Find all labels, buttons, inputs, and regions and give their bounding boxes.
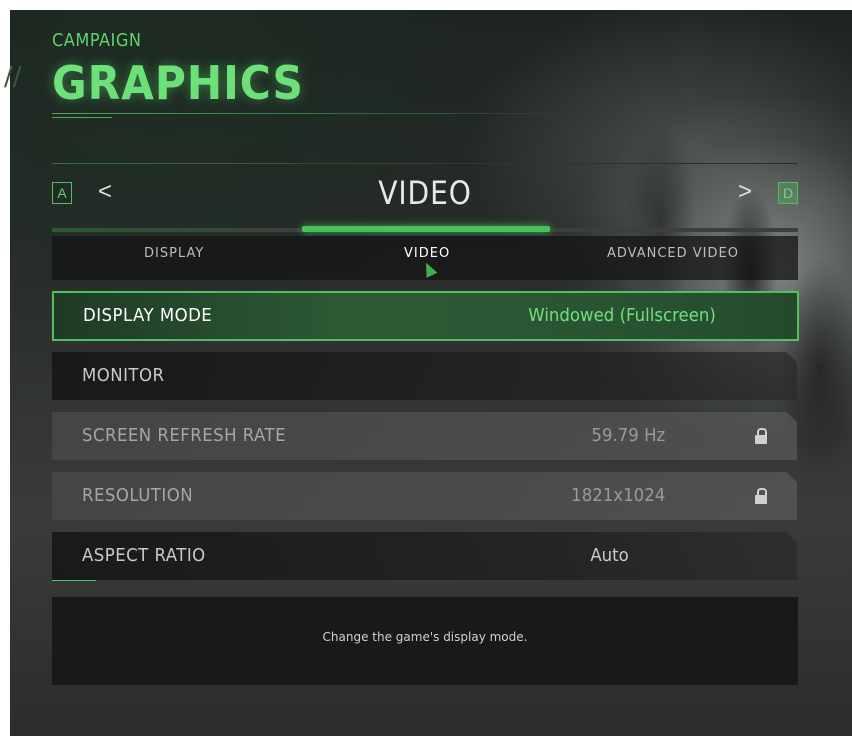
setting-value: Windowed (Fullscreen) [528, 305, 716, 326]
section-title: VIDEO [378, 174, 472, 212]
tab-indicator-active [302, 226, 550, 232]
tab-indicator-fade [52, 228, 302, 232]
setting-row-aspect-ratio[interactable]: ASPECT RATIO Auto [52, 532, 797, 580]
setting-label: RESOLUTION [82, 485, 194, 506]
setting-value: 59.79 Hz [591, 425, 665, 446]
setting-label: ASPECT RATIO [82, 545, 206, 566]
next-section-key[interactable]: D [778, 182, 798, 204]
description-panel: Change the game's display mode. [52, 597, 798, 685]
menu-context-label: CAMPAIGN [52, 30, 142, 51]
next-section-arrow[interactable]: > [738, 178, 752, 206]
list-end-accent [52, 580, 96, 581]
setting-row-monitor[interactable]: MONITOR [52, 352, 797, 400]
tab-advanced-video[interactable]: ADVANCED VIDEO [607, 246, 739, 261]
setting-label: MONITOR [82, 365, 165, 386]
setting-row-resolution[interactable]: RESOLUTION 1821x1024 [52, 472, 797, 520]
setting-label: SCREEN REFRESH RATE [82, 425, 287, 446]
tab-display[interactable]: DISPLAY [144, 246, 204, 261]
setting-row-screen-refresh-rate[interactable]: SCREEN REFRESH RATE 59.79 Hz [52, 412, 797, 460]
lock-icon [755, 428, 767, 444]
title-accent [52, 117, 112, 118]
setting-description: Change the game's display mode. [322, 630, 528, 644]
prev-section-key[interactable]: A [52, 182, 72, 204]
setting-value: Auto [590, 545, 629, 566]
tab-video[interactable]: VIDEO [404, 246, 450, 261]
lock-icon [755, 488, 767, 504]
title-divider [52, 113, 592, 114]
decorative-slash: // [4, 62, 22, 92]
section-divider [52, 163, 798, 164]
page-title: GRAPHICS [52, 56, 304, 110]
setting-row-display-mode[interactable]: DISPLAY MODE Windowed (Fullscreen) [52, 291, 799, 341]
setting-value: 1821x1024 [570, 485, 665, 506]
setting-label: DISPLAY MODE [83, 305, 213, 326]
